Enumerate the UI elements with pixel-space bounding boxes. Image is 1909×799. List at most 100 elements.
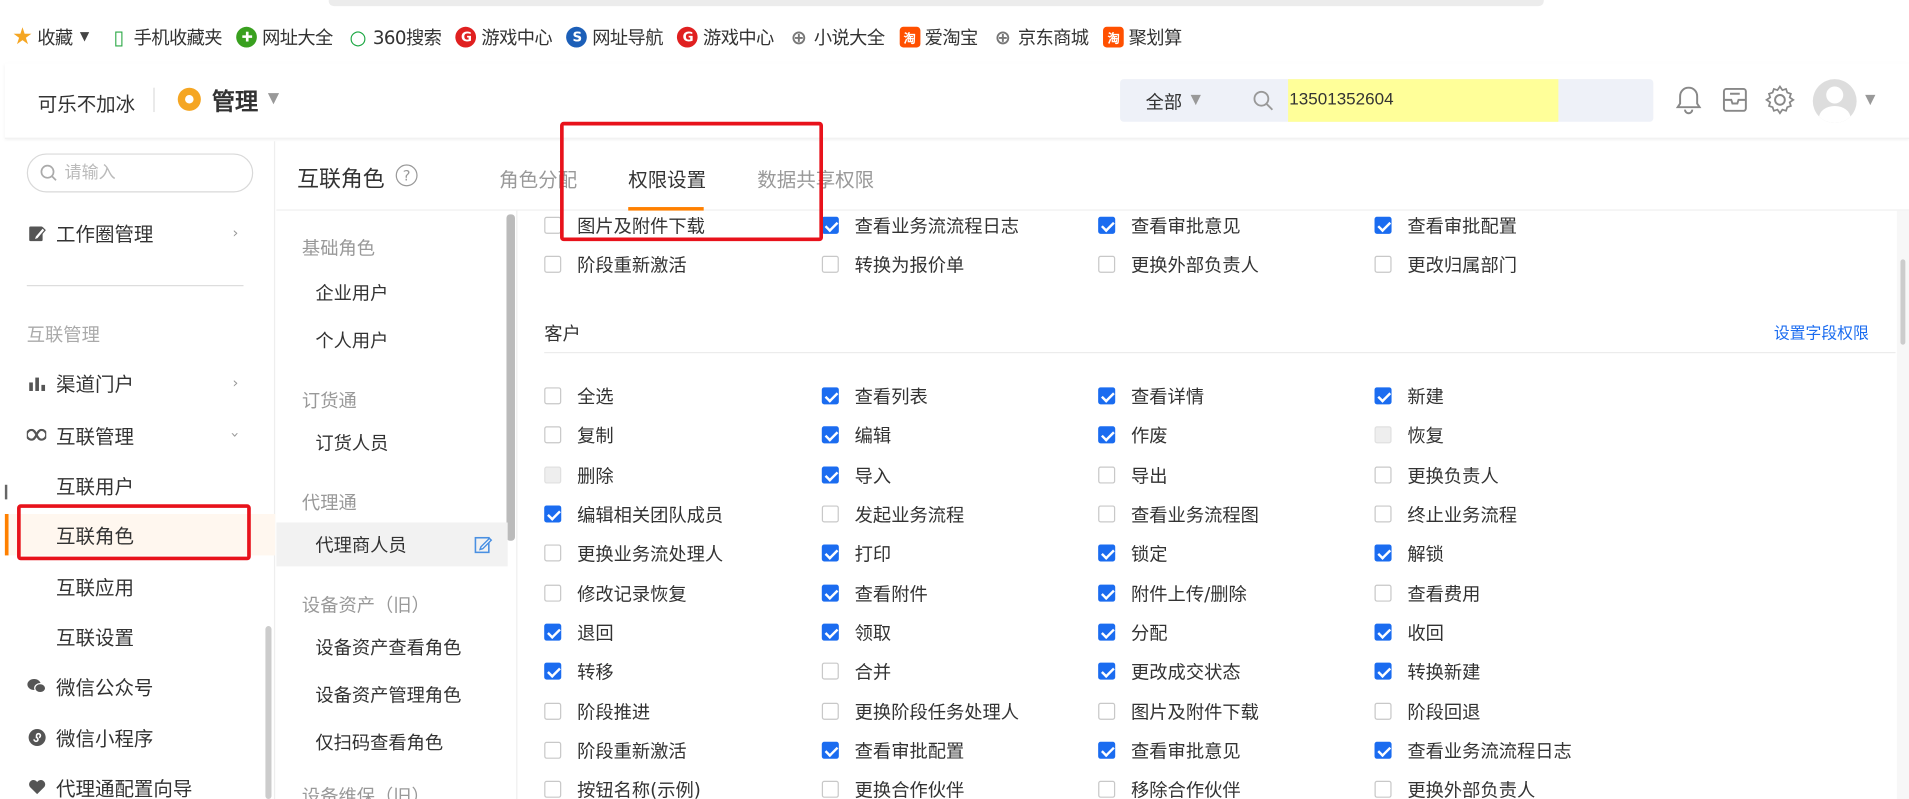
sidebar-item-wechat-official[interactable]: 微信公众号 xyxy=(5,665,275,706)
permission-item[interactable]: 转换新建 xyxy=(1374,658,1480,685)
permission-item[interactable]: 更换合作伙伴 xyxy=(821,776,964,799)
permission-item[interactable]: 终止业务流程 xyxy=(1374,501,1517,528)
tab-permission-settings[interactable]: 权限设置 xyxy=(628,163,706,192)
inbox-icon[interactable] xyxy=(1719,84,1751,116)
edit-icon[interactable] xyxy=(474,535,493,554)
role-item[interactable]: 仅扫码查看角色 xyxy=(276,720,507,764)
permission-item[interactable]: 查看业务流流程日志 xyxy=(821,212,1019,239)
permission-checkbox[interactable] xyxy=(544,662,562,680)
permission-checkbox[interactable] xyxy=(1374,702,1392,720)
sidebar-item-interconnect[interactable]: 互联管理 › xyxy=(5,414,275,455)
permission-checkbox[interactable] xyxy=(821,426,839,444)
sidebar-item-wechat-mini[interactable]: 微信小程序 xyxy=(5,716,275,757)
permission-item[interactable]: 导出 xyxy=(1098,462,1168,489)
permission-checkbox[interactable] xyxy=(1374,662,1392,680)
permission-checkbox[interactable] xyxy=(1098,466,1116,484)
permission-checkbox[interactable] xyxy=(544,426,562,444)
chevron-down-icon[interactable]: ▼ xyxy=(1865,91,1875,107)
permission-checkbox[interactable] xyxy=(1098,780,1116,798)
role-item[interactable]: 个人用户 xyxy=(276,318,507,362)
sidebar-item-interconnect-apps[interactable]: 互联应用 xyxy=(5,565,275,606)
role-item[interactable]: 代理商人员 xyxy=(276,522,508,567)
sidebar-item-interconnect-users[interactable]: 互联用户 xyxy=(5,464,275,505)
permission-checkbox[interactable] xyxy=(1098,702,1116,720)
permission-checkbox[interactable] xyxy=(821,387,839,405)
bookmark-item[interactable]: G 游戏中心 xyxy=(449,12,560,61)
permission-checkbox[interactable] xyxy=(821,662,839,680)
permission-item[interactable]: 阶段重新激活 xyxy=(544,251,687,278)
role-item[interactable]: 企业用户 xyxy=(276,270,507,314)
permission-checkbox[interactable] xyxy=(1374,780,1392,798)
permission-item[interactable]: 编辑相关团队成员 xyxy=(544,501,723,528)
permission-checkbox[interactable] xyxy=(544,216,562,234)
permission-checkbox[interactable] xyxy=(544,255,562,273)
permission-item[interactable]: 合并 xyxy=(821,658,891,685)
permission-item[interactable]: 查看详情 xyxy=(1098,382,1204,409)
sidebar-scrollbar[interactable] xyxy=(265,626,272,799)
permission-checkbox[interactable] xyxy=(821,780,839,798)
permission-checkbox[interactable] xyxy=(544,505,562,523)
permission-checkbox[interactable] xyxy=(1098,255,1116,273)
permission-item[interactable]: 锁定 xyxy=(1098,540,1168,567)
sidebar-item-interconnect-roles[interactable]: 互联角色 xyxy=(4,513,276,556)
permission-item[interactable]: 阶段回退 xyxy=(1374,698,1480,725)
permission-checkbox[interactable] xyxy=(1374,741,1392,759)
permission-checkbox[interactable] xyxy=(1098,387,1116,405)
permission-item[interactable]: 查看费用 xyxy=(1374,580,1480,607)
permission-item[interactable]: 新建 xyxy=(1374,382,1444,409)
permission-item[interactable]: 查看附件 xyxy=(821,580,928,607)
permission-checkbox[interactable] xyxy=(1374,544,1392,562)
permission-item[interactable]: 阶段推进 xyxy=(544,698,650,725)
help-icon[interactable]: ? xyxy=(395,164,418,187)
permission-checkbox[interactable] xyxy=(1098,426,1116,444)
permission-checkbox[interactable] xyxy=(821,216,839,234)
chevron-down-icon[interactable]: ▼ xyxy=(80,30,89,43)
permission-checkbox[interactable] xyxy=(821,505,839,523)
company-name[interactable]: 可乐不加冰 xyxy=(38,88,135,117)
chevron-down-icon[interactable]: ▼ xyxy=(1191,91,1201,107)
permission-item[interactable]: 图片及附件下载 xyxy=(544,212,705,239)
settings-gear-icon[interactable] xyxy=(1764,84,1796,116)
permission-item[interactable]: 更换业务流处理人 xyxy=(544,540,723,567)
tab-role-assignment[interactable]: 角色分配 xyxy=(499,163,577,192)
permission-item[interactable]: 删除 xyxy=(544,462,614,489)
permission-checkbox[interactable] xyxy=(821,584,839,602)
permission-item[interactable]: 按钮名称(示例) xyxy=(544,776,701,799)
permission-checkbox[interactable] xyxy=(1098,623,1116,641)
permission-item[interactable]: 查看业务流流程日志 xyxy=(1374,737,1572,764)
role-list-scrollbar[interactable] xyxy=(506,214,515,541)
permission-item[interactable]: 更换阶段任务处理人 xyxy=(821,698,1019,725)
permission-checkbox[interactable] xyxy=(1098,505,1116,523)
permission-checkbox[interactable] xyxy=(544,623,562,641)
permission-item[interactable]: 解锁 xyxy=(1374,540,1444,567)
chevron-down-icon[interactable]: ▼ xyxy=(268,89,279,106)
bookmark-item[interactable]: ⊕ 小说大全 xyxy=(781,12,892,61)
permission-checkbox[interactable] xyxy=(544,584,562,602)
permission-item[interactable]: 恢复 xyxy=(1374,421,1444,448)
avatar[interactable] xyxy=(1812,79,1857,124)
role-item[interactable]: 设备资产管理角色 xyxy=(276,672,507,716)
permission-item[interactable]: 全选 xyxy=(544,382,614,409)
permission-checkbox[interactable] xyxy=(544,780,562,798)
permission-checkbox[interactable] xyxy=(821,741,839,759)
sidebar-search-input[interactable] xyxy=(64,161,245,182)
sidebar-item-interconnect-settings[interactable]: 互联设置 xyxy=(5,615,275,656)
permission-item[interactable]: 查看业务流程图 xyxy=(1098,501,1259,528)
permission-item[interactable]: 查看列表 xyxy=(821,382,928,409)
permission-item[interactable]: 分配 xyxy=(1098,619,1168,646)
permission-item[interactable]: 更换外部负责人 xyxy=(1098,251,1259,278)
bookmark-favorites[interactable]: ★ 收藏 ▼ xyxy=(0,12,101,61)
permission-item[interactable]: 修改记录恢复 xyxy=(544,580,687,607)
permission-checkbox[interactable] xyxy=(1374,216,1392,234)
permission-checkbox[interactable] xyxy=(1098,544,1116,562)
bookmark-item[interactable]: S 网址导航 xyxy=(559,12,670,61)
permission-item[interactable]: 查看审批配置 xyxy=(821,737,964,764)
permission-item[interactable]: 收回 xyxy=(1374,619,1444,646)
permission-checkbox[interactable] xyxy=(821,544,839,562)
permission-scrollbar[interactable] xyxy=(1896,210,1909,799)
permission-checkbox[interactable] xyxy=(1374,466,1392,484)
permission-item[interactable]: 复制 xyxy=(544,421,614,448)
permission-item[interactable]: 编辑 xyxy=(821,421,891,448)
permission-checkbox[interactable] xyxy=(544,741,562,759)
permission-item[interactable]: 移除合作伙伴 xyxy=(1098,776,1241,799)
